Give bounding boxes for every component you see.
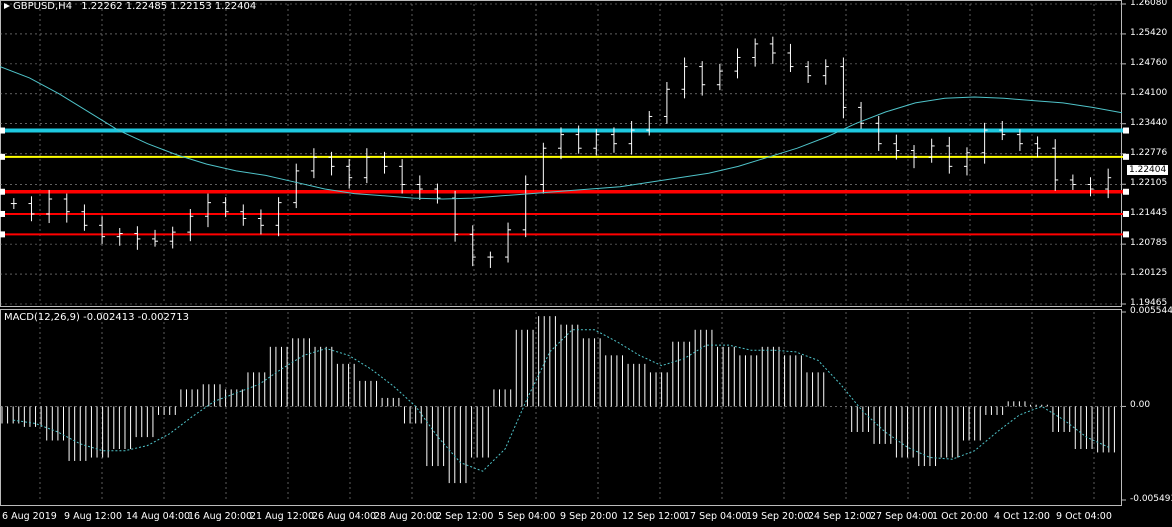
- time-tick-label: 9 Aug 12:00: [64, 511, 123, 522]
- level-handle-resistance: [0, 127, 5, 134]
- level-handle-resistance: [1123, 127, 1129, 134]
- price-tick-label: 1.21445: [1130, 208, 1168, 219]
- macd-tick-label: -0.005493: [1130, 494, 1172, 504]
- time-tick-label: 5 Sep 04:00: [498, 511, 556, 522]
- price-tick-label: 1.22776: [1130, 147, 1168, 158]
- time-tick-label: 6 Aug 2019: [2, 511, 57, 522]
- symbol-label: GBPUSD,H4: [13, 1, 73, 12]
- current-price-tag: 1.22404: [1127, 164, 1169, 175]
- time-tick-label: 28 Aug 20:00: [374, 511, 439, 522]
- price-tick-label: 1.25420: [1130, 27, 1168, 38]
- level-handle-support-2: [0, 210, 5, 217]
- ohlc-readout: 1.22262 1.22485 1.22153 1.22404: [81, 1, 257, 12]
- level-handle-support-1: [0, 188, 5, 195]
- time-tick-label: 14 Aug 04:00: [126, 511, 191, 522]
- chart-header: GBPUSD,H4 1.22262 1.22485 1.22153 1.2240…: [4, 1, 256, 12]
- macd-tick-label: 0.00: [1130, 400, 1151, 411]
- price-tick-label: 1.20785: [1130, 238, 1168, 249]
- price-tick-label: 1.23440: [1130, 117, 1168, 128]
- time-tick-label: 12 Sep 12:00: [622, 511, 686, 522]
- macd-tick-label: 0.005544: [1130, 306, 1172, 316]
- macd-header: MACD(12,26,9) -0.002413 -0.002713: [4, 312, 189, 323]
- trading-chart-window[interactable]: GBPUSD,H4 1.22262 1.22485 1.22153 1.2240…: [0, 0, 1172, 527]
- level-handle-mid: [1123, 153, 1129, 160]
- level-handle-mid: [0, 153, 5, 160]
- time-tick-label: 9 Sep 20:00: [560, 511, 618, 522]
- time-tick-label: 24 Sep 12:00: [808, 511, 872, 522]
- symbol-icon: [4, 3, 10, 9]
- time-tick-label: 27 Sep 04:00: [870, 511, 934, 522]
- time-tick-label: 4 Oct 12:00: [994, 511, 1050, 522]
- price-tick-label: 1.24760: [1130, 57, 1168, 68]
- level-handle-support-2: [1123, 210, 1129, 217]
- time-tick-label: 17 Sep 04:00: [684, 511, 748, 522]
- macd-label: MACD(12,26,9) -0.002413 -0.002713: [4, 312, 189, 323]
- price-tick-label: 1.26080: [1130, 0, 1168, 8]
- level-handle-support-1: [1123, 188, 1129, 195]
- time-tick-label: 16 Aug 20:00: [188, 511, 253, 522]
- time-tick-label: 2 Sep 12:00: [436, 511, 494, 522]
- time-tick-label: 9 Oct 04:00: [1056, 511, 1112, 522]
- level-handle-support-3: [0, 231, 5, 238]
- time-tick-label: 21 Aug 12:00: [250, 511, 315, 522]
- chart-canvas[interactable]: [0, 0, 1172, 527]
- time-tick-label: 19 Sep 20:00: [746, 511, 810, 522]
- price-tick-label: 1.20125: [1130, 268, 1168, 279]
- price-tick-label: 1.24100: [1130, 87, 1168, 98]
- price-tick-label: 1.22105: [1130, 178, 1168, 189]
- level-handle-support-3: [1123, 231, 1129, 238]
- time-tick-label: 1 Oct 20:00: [932, 511, 988, 522]
- time-tick-label: 26 Aug 04:00: [312, 511, 377, 522]
